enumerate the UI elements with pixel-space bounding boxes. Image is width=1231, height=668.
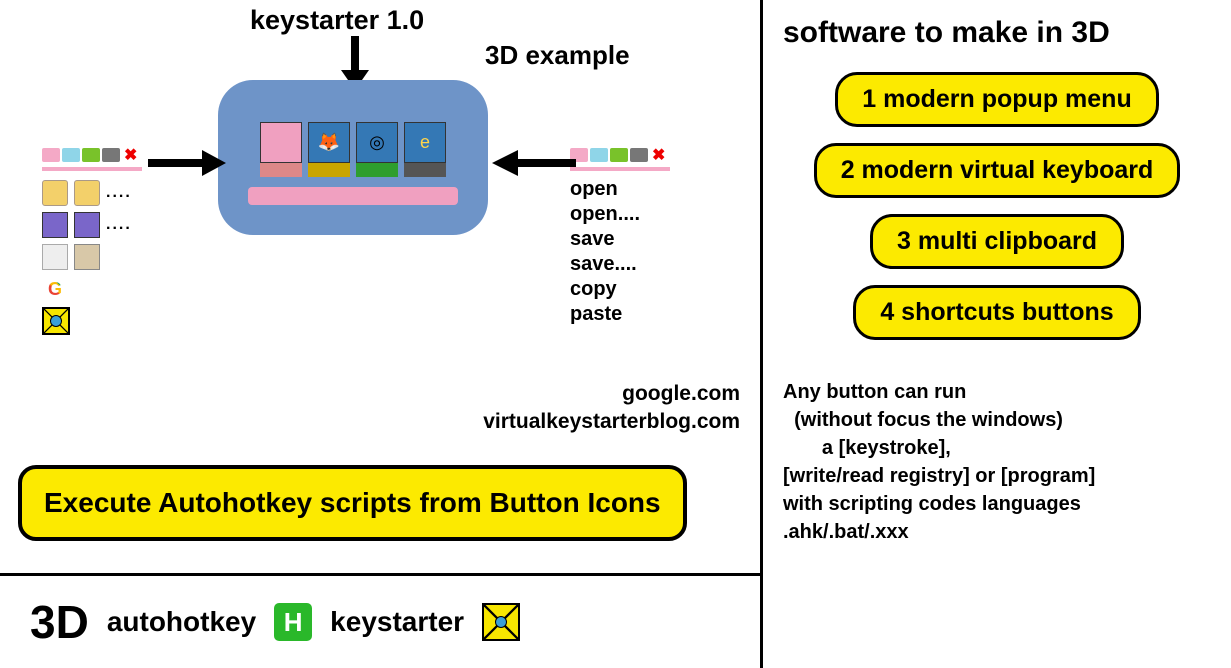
execute-ahk-button[interactable]: Execute Autohotkey scripts from Button I… <box>18 465 687 541</box>
close-x-icon: ✖ <box>124 145 137 165</box>
close-x-icon-2: ✖ <box>652 145 665 165</box>
link-block: google.com virtualkeystarterblog.com <box>440 380 740 437</box>
feature-button-1[interactable]: 1 modern popup menu <box>835 72 1158 127</box>
arrow-left-icon <box>486 148 576 183</box>
paste-icon <box>74 244 100 270</box>
footer-autohotkey-label: autohotkey <box>107 606 256 638</box>
left-icon-cluster: ✖ .... .... <box>42 145 172 339</box>
box3d-1 <box>260 122 302 177</box>
tray-bar <box>248 187 458 205</box>
google-icon: G <box>42 276 68 302</box>
open-icon <box>42 180 68 206</box>
right-title: software to make in 3D <box>783 16 1211 50</box>
row2-dots: .... <box>106 216 132 234</box>
menu-item: copy <box>570 277 760 302</box>
menu-list: open open.... save save.... copy paste <box>570 177 760 327</box>
link-blog: virtualkeystarterblog.com <box>440 408 740 436</box>
box3d-2-firefox: 🦊 <box>308 122 350 177</box>
save-icon <box>42 212 68 238</box>
palette-left: ✖ <box>42 145 172 165</box>
footer-bar: 3D autohotkey H keystarter <box>0 573 760 668</box>
footer-3d-label: 3D <box>30 595 89 649</box>
autohotkey-icon: H <box>274 603 312 641</box>
menu-item: paste <box>570 302 760 327</box>
feature-button-2[interactable]: 2 modern virtual keyboard <box>814 143 1181 198</box>
menu-item: open <box>570 177 760 202</box>
keystarter-icon <box>482 603 520 641</box>
footer-keystarter-label: keystarter <box>330 606 464 638</box>
open-as-icon <box>74 180 100 206</box>
copy-icon <box>42 244 68 270</box>
box3d-3-chrome: ◎ <box>356 122 398 177</box>
link-google: google.com <box>440 380 740 408</box>
menu-item: save <box>570 227 760 252</box>
center-3d-panel: 🦊 ◎ e <box>218 80 488 235</box>
feature-button-4[interactable]: 4 shortcuts buttons <box>853 285 1140 340</box>
feature-button-3[interactable]: 3 multi clipboard <box>870 214 1124 269</box>
row1-dots: .... <box>106 184 132 202</box>
menu-item: save.... <box>570 252 760 277</box>
keystarter-mini-icon <box>42 307 70 335</box>
title-3d-example: 3D example <box>485 40 630 71</box>
save-as-icon <box>74 212 100 238</box>
right-menu-cluster: ✖ open open.... save save.... copy paste <box>570 145 760 327</box>
right-description: Any button can run (without focus the wi… <box>783 378 1211 546</box>
title-keystarter: keystarter 1.0 <box>250 5 424 36</box>
box3d-4-ie: e <box>404 122 446 177</box>
palette-right: ✖ <box>570 145 760 165</box>
menu-item: open.... <box>570 202 760 227</box>
